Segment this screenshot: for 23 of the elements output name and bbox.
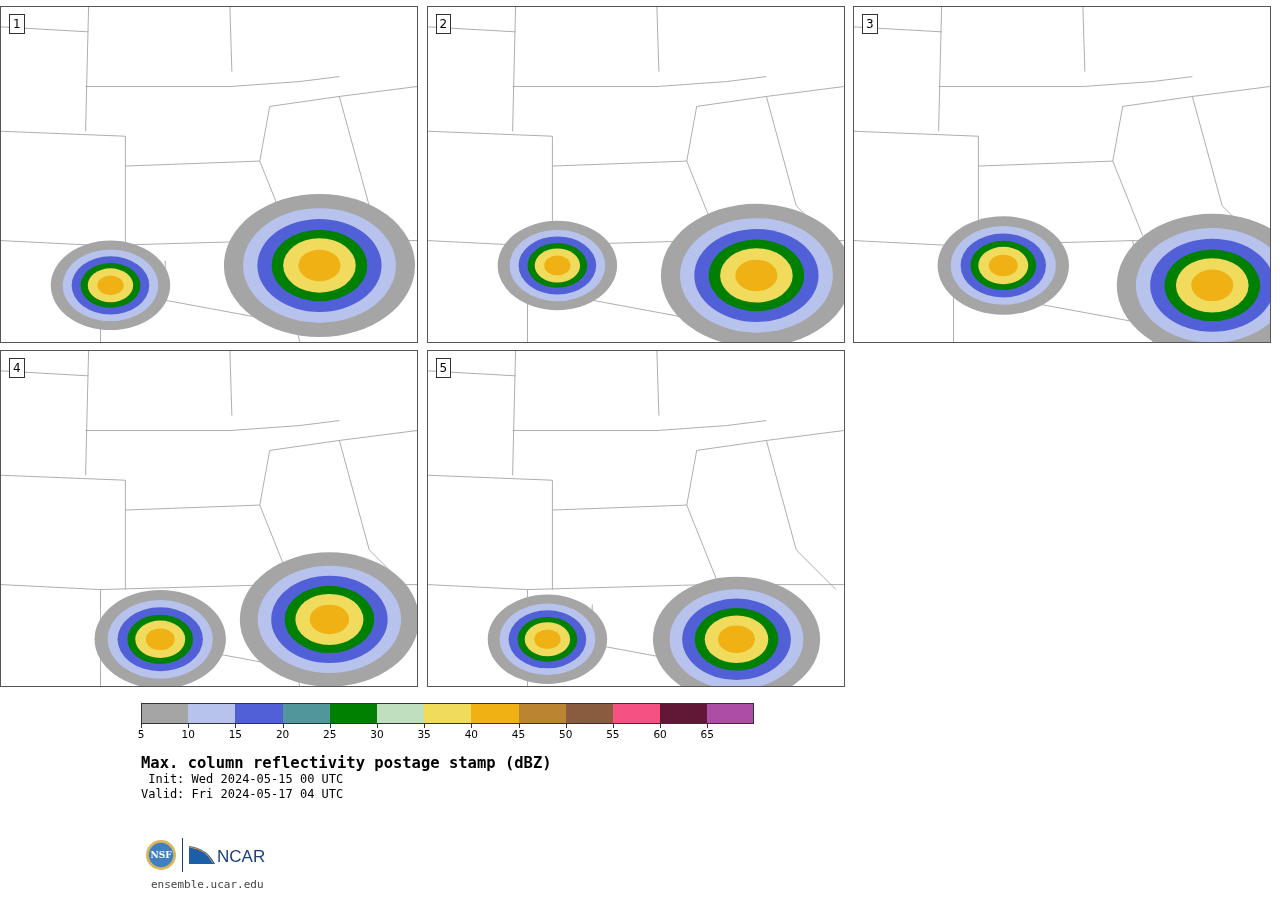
scale-label: 45 <box>511 728 526 740</box>
panel-number: 4 <box>9 358 25 378</box>
scale-label: 60 <box>653 728 667 740</box>
site-url: ensemble.ucar.edu <box>151 878 265 891</box>
scale-label: 10 <box>181 728 195 740</box>
scale-label: 15 <box>228 728 243 740</box>
scale-label: 35 <box>417 728 431 740</box>
valid-time: Valid: Fri 2024-05-17 04 UTC <box>141 787 345 802</box>
scale-label: 40 <box>464 728 478 740</box>
scale-label: 5 <box>137 728 145 740</box>
arc-logo-icon <box>189 846 215 864</box>
scale-label: 25 <box>323 728 337 740</box>
scale-label: 30 <box>370 728 384 740</box>
init-time: Init: Wed 2024-05-15 00 UTC <box>147 772 345 787</box>
scale-label: 65 <box>700 728 714 740</box>
chart-title: Max. column reflectivity postage stamp (dBZ) <box>141 754 553 772</box>
scale-label: 50 <box>559 728 573 740</box>
nsf-logo: NSF <box>146 840 176 870</box>
ncar-logo: NCAR <box>217 847 266 867</box>
panel-number: 3 <box>862 14 878 34</box>
scale-label: 55 <box>606 728 620 740</box>
scale-label: 20 <box>275 728 290 740</box>
panel-number: 1 <box>9 14 25 34</box>
